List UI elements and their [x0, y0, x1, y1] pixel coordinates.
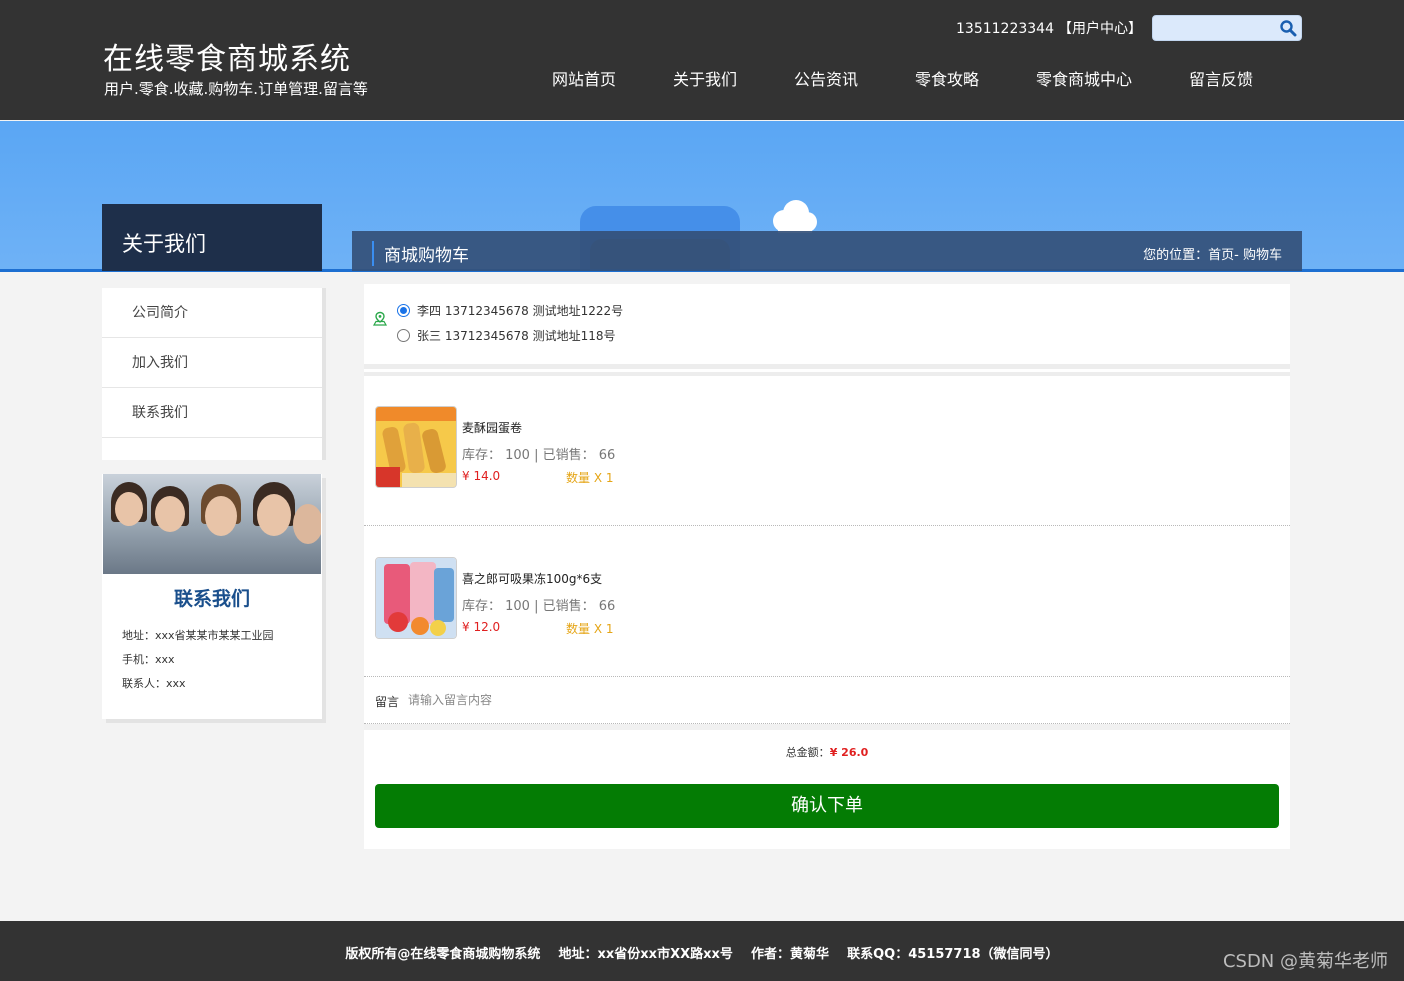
site-subtitle: 用户.零食.收藏.购物车.订单管理.留言等	[104, 80, 368, 98]
product-stock: 库存： 100 | 已销售： 66	[462, 599, 616, 614]
cart-panel: 李四 13712345678 测试地址1222号 张三 13712345678 …	[364, 284, 1290, 849]
user-info: 13511223344 【用户中心】	[956, 18, 1142, 38]
product-name[interactable]: 喜之郎可吸果冻100g*6支	[462, 570, 602, 587]
cart-item: 麦酥园蛋卷 库存： 100 | 已销售： 66 ¥ 14.0 数量 X 1	[364, 376, 1290, 526]
footer: 版权所有@在线零食商城购物系统 地址：xx省份xx市XX路xx号 作者：黄菊华 …	[0, 921, 1404, 981]
product-name[interactable]: 麦酥园蛋卷	[462, 419, 522, 436]
header: 在线零食商城系统 用户.零食.收藏.购物车.订单管理.留言等 135112233…	[0, 0, 1404, 120]
jelly-image	[376, 558, 456, 638]
sidebar-item-join-us[interactable]: 加入我们	[102, 338, 322, 388]
product-price: ¥ 12.0	[462, 620, 501, 634]
address-radio[interactable]	[397, 329, 410, 342]
contact-address: 地址：xxx省某某市某某工业园	[122, 629, 274, 642]
nav-news[interactable]: 公告资讯	[794, 66, 858, 90]
user-center-link[interactable]: 【用户中心】	[1058, 21, 1142, 37]
egg-roll-image	[376, 407, 456, 487]
section-divider	[364, 724, 1290, 730]
site-title[interactable]: 在线零食商城系统	[103, 34, 351, 78]
message-row: 留言	[364, 678, 1290, 724]
address-text: 张三 13712345678 测试地址118号	[417, 329, 616, 343]
sidebar-item-contact-us[interactable]: 联系我们	[102, 388, 322, 438]
address-radio[interactable]	[397, 304, 410, 317]
contact-person: 联系人：xxx	[122, 677, 186, 690]
product-image[interactable]	[375, 557, 457, 639]
total-amount: ¥ 26.0	[829, 746, 869, 759]
address-selector: 李四 13712345678 测试地址1222号 张三 13712345678 …	[364, 284, 1290, 364]
nav-feedback[interactable]: 留言反馈	[1189, 66, 1253, 90]
order-total: 总金额：¥ 26.0	[364, 744, 1290, 760]
product-quantity: 数量 X 1	[566, 622, 614, 636]
cart-item: 喜之郎可吸果冻100g*6支 库存： 100 | 已销售： 66 ¥ 12.0 …	[364, 527, 1290, 677]
nav-home[interactable]: 网站首页	[552, 66, 616, 90]
watermark: CSDN @黄菊华老师	[1222, 951, 1388, 972]
breadcrumb[interactable]: 您的位置：首页- 购物车	[1143, 244, 1282, 263]
confirm-order-button[interactable]: 确认下单	[375, 784, 1279, 828]
contact-phone: 手机：xxx	[122, 653, 175, 666]
search-icon[interactable]	[1279, 19, 1297, 37]
contact-title: 联系我们	[173, 588, 250, 610]
address-option[interactable]: 张三 13712345678 测试地址118号	[397, 327, 616, 344]
cart-title-bar: 商城购物车 您的位置：首页- 购物车	[352, 231, 1302, 271]
product-quantity: 数量 X 1	[566, 471, 614, 485]
address-text: 李四 13712345678 测试地址1222号	[417, 304, 624, 318]
section-divider	[364, 364, 1290, 369]
product-image[interactable]	[375, 406, 457, 488]
nav-about[interactable]: 关于我们	[673, 66, 737, 90]
contact-card: 联系我们 地址：xxx省某某市某某工业园 手机：xxx 联系人：xxx	[102, 474, 322, 719]
user-phone: 13511223344	[956, 21, 1054, 37]
message-input[interactable]	[408, 686, 1008, 714]
sidebar-item-company-intro[interactable]: 公司简介	[102, 288, 322, 338]
footer-text: 版权所有@在线零食商城购物系统 地址：xx省份xx市XX路xx号 作者：黄菊华 …	[345, 947, 1059, 962]
page-title: 商城购物车	[372, 241, 469, 266]
total-label: 总金额：	[785, 746, 830, 759]
product-price: ¥ 14.0	[462, 469, 501, 483]
product-stock: 库存： 100 | 已销售： 66	[462, 448, 616, 463]
nav-guide[interactable]: 零食攻略	[915, 66, 979, 90]
customer-service-photo	[103, 474, 321, 574]
sidebar-heading-text: 关于我们	[122, 232, 206, 256]
sidebar-menu: 公司简介 加入我们 联系我们	[102, 288, 322, 460]
sidebar-heading: 关于我们	[102, 204, 322, 271]
message-label: 留言	[375, 695, 400, 709]
location-icon	[372, 311, 388, 326]
nav-mall[interactable]: 零食商城中心	[1036, 66, 1132, 90]
address-option[interactable]: 李四 13712345678 测试地址1222号	[397, 302, 623, 319]
cloud-icon	[773, 200, 817, 233]
search-input[interactable]	[1152, 15, 1302, 41]
